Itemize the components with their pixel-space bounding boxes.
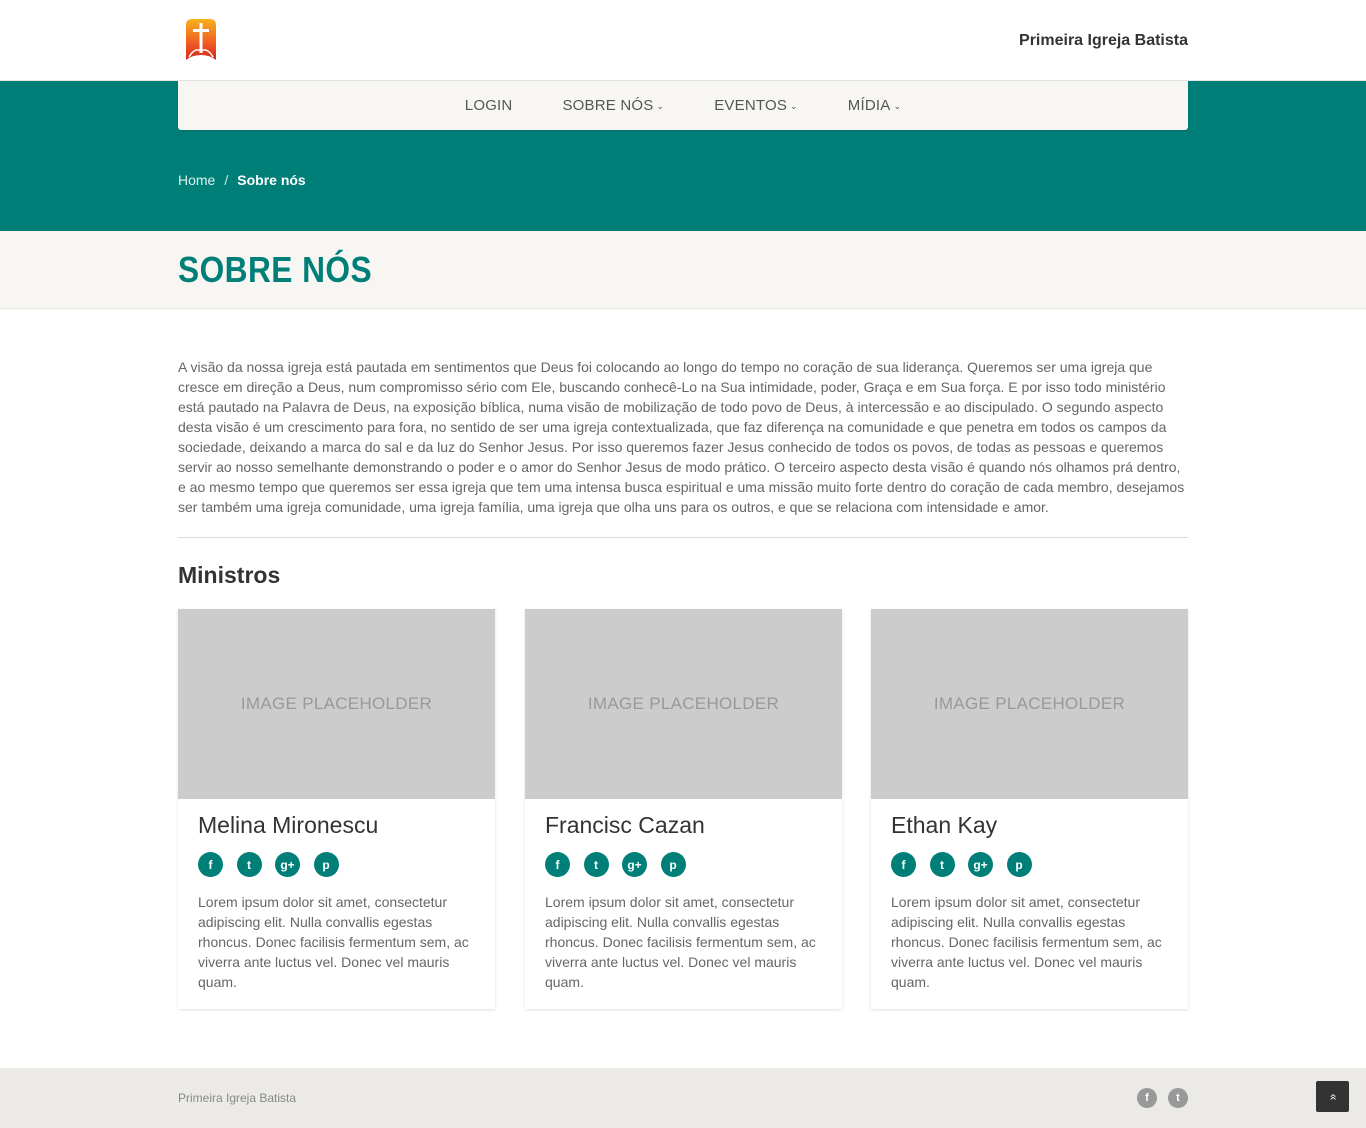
- footer-text: Primeira Igreja Batista: [178, 1091, 297, 1105]
- minister-social-links: f t g+ p: [198, 852, 352, 877]
- minister-description: Lorem ipsum dolor sit amet, consectetur …: [545, 894, 816, 990]
- nav-sobre-nos[interactable]: SOBRE NÓS ⌄: [562, 97, 664, 114]
- twitter-icon[interactable]: t: [236, 852, 262, 877]
- nav-login-label: LOGIN: [464, 97, 513, 114]
- nav-sobre-nos-label: SOBRE NÓS: [562, 97, 654, 114]
- chevron-down-icon: ⌄: [790, 101, 798, 111]
- main-nav: LOGIN SOBRE NÓS ⌄ EVENTOS ⌄ MÍDIA ⌄: [178, 81, 1188, 130]
- intro-text: A visão da nossa igreja está pautada em …: [178, 359, 1185, 515]
- twitter-icon[interactable]: t: [929, 852, 955, 877]
- site-name: Primeira Igreja Batista: [1019, 32, 1188, 49]
- nav-eventos[interactable]: EVENTOS ⌄: [714, 97, 798, 114]
- site-footer: Primeira Igreja Batista f t: [0, 1068, 1366, 1128]
- minister-social-links: f t g+ p: [891, 852, 1045, 877]
- minister-name: Francisc Cazan: [545, 812, 705, 838]
- minister-card: IMAGE PLACEHOLDER Francisc Cazan f t g+ …: [525, 609, 842, 1009]
- chevron-down-icon: ⌄: [893, 101, 902, 111]
- google-plus-icon[interactable]: g+: [622, 852, 647, 877]
- footer-social-links: f t: [1126, 1088, 1188, 1108]
- nav-login[interactable]: LOGIN: [465, 97, 513, 114]
- facebook-icon[interactable]: f: [891, 852, 916, 877]
- minister-image-placeholder: IMAGE PLACEHOLDER: [525, 609, 842, 799]
- twitter-icon[interactable]: t: [1168, 1088, 1188, 1108]
- page-title: SOBRE NÓS: [178, 249, 373, 290]
- minister-card: IMAGE PLACEHOLDER Melina Mironescu f t g…: [178, 609, 495, 1009]
- pinterest-icon[interactable]: p: [660, 852, 686, 877]
- google-plus-icon[interactable]: g+: [968, 852, 993, 877]
- minister-image-placeholder: IMAGE PLACEHOLDER: [871, 609, 1188, 799]
- google-plus-icon[interactable]: g+: [275, 852, 300, 877]
- facebook-icon[interactable]: f: [198, 852, 223, 877]
- nav-eventos-label: EVENTOS: [714, 97, 788, 114]
- breadcrumb-home[interactable]: Home: [178, 172, 215, 188]
- minister-image-placeholder: IMAGE PLACEHOLDER: [178, 609, 495, 799]
- twitter-icon[interactable]: t: [583, 852, 609, 877]
- breadcrumb: Home / Sobre nós: [178, 172, 306, 188]
- breadcrumb-separator: /: [224, 172, 229, 188]
- nav-midia[interactable]: MÍDIA ⌄: [848, 97, 901, 114]
- breadcrumb-current: Sobre nós: [237, 172, 306, 188]
- minister-card: IMAGE PLACEHOLDER Ethan Kay f t g+ p Lor…: [871, 609, 1188, 1009]
- divider: [178, 537, 1188, 538]
- title-band: SOBRE NÓS: [0, 231, 1366, 309]
- facebook-icon[interactable]: f: [1137, 1088, 1157, 1108]
- pinterest-icon[interactable]: p: [313, 852, 339, 877]
- minister-name: Ethan Kay: [891, 812, 998, 838]
- minister-name: Melina Mironescu: [198, 812, 379, 838]
- back-to-top-button[interactable]: »: [1316, 1081, 1349, 1112]
- nav-midia-label: MÍDIA: [847, 97, 891, 114]
- site-header: Primeira Igreja Batista: [0, 0, 1366, 81]
- double-chevron-up-icon: »: [1325, 1093, 1340, 1100]
- facebook-icon[interactable]: f: [545, 852, 570, 877]
- chevron-down-icon: ⌄: [656, 101, 665, 111]
- section-title-ministros: Ministros: [178, 562, 281, 588]
- pinterest-icon[interactable]: p: [1006, 852, 1032, 877]
- minister-description: Lorem ipsum dolor sit amet, consectetur …: [891, 894, 1162, 990]
- hero-band: LOGIN SOBRE NÓS ⌄ EVENTOS ⌄ MÍDIA ⌄ Home…: [0, 81, 1366, 231]
- church-logo[interactable]: [183, 17, 219, 63]
- minister-description: Lorem ipsum dolor sit amet, consectetur …: [198, 894, 469, 990]
- minister-social-links: f t g+ p: [545, 852, 699, 877]
